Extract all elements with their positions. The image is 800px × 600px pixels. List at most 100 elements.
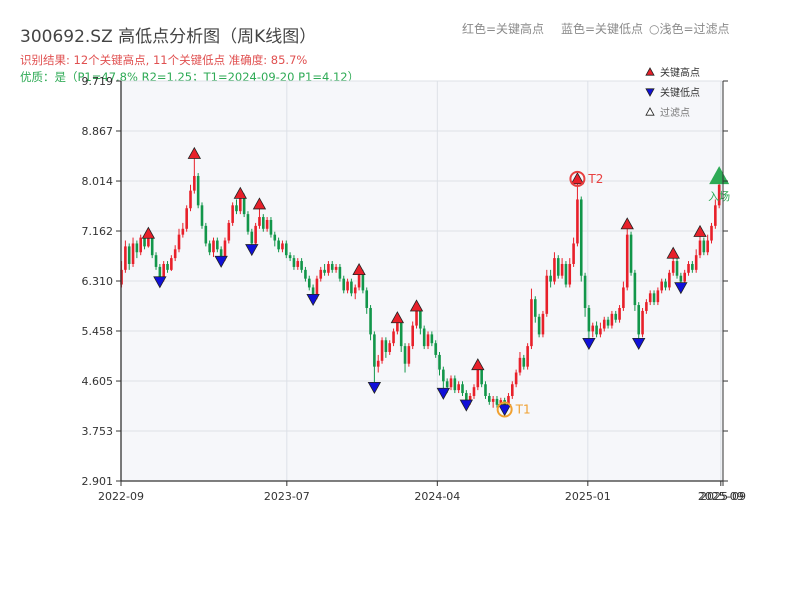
x-tick-label: 2025-01 <box>565 490 611 503</box>
candle-body <box>641 310 644 335</box>
candle-body <box>522 357 526 367</box>
candle-body <box>514 372 518 385</box>
candle-body <box>200 205 204 226</box>
candle-body <box>430 334 434 344</box>
candle-body <box>461 384 464 394</box>
candle-body <box>698 240 702 256</box>
candle <box>556 255 560 279</box>
candle-body <box>261 217 265 229</box>
candle-body <box>472 387 476 396</box>
candle-body <box>480 369 483 385</box>
y-tick-label: 3.753 <box>82 425 114 438</box>
candle-body <box>549 275 552 282</box>
candle-body <box>553 258 556 282</box>
candle <box>710 222 713 244</box>
candle-body <box>568 263 572 285</box>
candle-body <box>147 237 150 247</box>
candle <box>407 343 411 367</box>
candle <box>641 307 644 338</box>
candle-body <box>595 325 598 335</box>
candle-body <box>246 214 250 232</box>
candlestick-chart: T1 T2 入场 2.901 3.753 4.605 5.458 6.310 7.162 8.0… <box>82 66 746 503</box>
candle-body <box>610 313 614 326</box>
candle-body <box>353 287 357 294</box>
candle-body <box>614 313 618 320</box>
candle-body <box>307 278 311 288</box>
candle-body <box>258 217 261 226</box>
candle <box>269 217 273 238</box>
candle-body <box>212 240 215 253</box>
candle-body <box>710 225 713 241</box>
candle <box>675 258 679 279</box>
candle <box>411 321 414 350</box>
candle <box>537 313 541 338</box>
candle-body <box>196 175 200 206</box>
candle-body <box>135 243 139 253</box>
candle-body <box>288 255 292 259</box>
candle <box>231 202 234 226</box>
candle-body <box>495 398 499 405</box>
y-tick-label: 8.014 <box>82 175 114 188</box>
candle-body <box>668 272 671 288</box>
candle-body <box>407 346 411 364</box>
candle-body <box>664 281 667 288</box>
candle-body <box>369 307 372 335</box>
candle <box>380 337 384 364</box>
candle <box>633 269 637 311</box>
candle-body <box>671 261 675 273</box>
candle-body <box>625 234 629 288</box>
y-tick-label: 5.458 <box>82 325 114 338</box>
candle <box>227 219 231 244</box>
candle-body <box>250 231 254 244</box>
candle <box>246 211 250 235</box>
candle-body <box>633 272 637 306</box>
candle-body <box>235 205 238 212</box>
candle-body <box>422 328 426 347</box>
candle-body <box>304 269 307 279</box>
candle-body <box>223 240 227 259</box>
legend-entry: 关键高点 <box>660 66 700 79</box>
candle-body <box>292 258 296 267</box>
candle-body <box>491 398 495 402</box>
candle-body <box>587 307 591 332</box>
candle-body <box>533 299 537 317</box>
candle-body <box>208 243 211 253</box>
candle-body <box>166 263 169 270</box>
t2-label: T2 <box>587 172 603 186</box>
candle <box>564 261 568 288</box>
x-tick-label: 2024-04 <box>414 490 460 503</box>
candle-body <box>415 310 418 326</box>
candle-body <box>216 240 219 250</box>
candle-body <box>143 237 146 247</box>
candle-body <box>541 313 545 335</box>
candle-body <box>242 196 246 215</box>
x-tick-label: 2023-07 <box>264 490 310 503</box>
candle-body <box>154 255 158 267</box>
candle <box>196 173 200 209</box>
candle-body <box>572 243 575 264</box>
candle-body <box>296 261 300 267</box>
candle <box>200 202 204 229</box>
candle-body <box>388 343 392 352</box>
candle-body <box>300 261 303 270</box>
candle-body <box>193 175 196 191</box>
candle-body <box>204 225 208 244</box>
candle-body <box>706 240 709 253</box>
candle <box>139 234 143 256</box>
candle-body <box>488 395 491 402</box>
candle-body <box>170 258 173 270</box>
x-tick-label: 2025-09 <box>700 490 746 503</box>
candle-body <box>714 205 717 226</box>
entry-label: 入场 <box>708 189 730 203</box>
candle-body <box>277 240 280 250</box>
candle-body <box>687 263 690 273</box>
candle-body <box>457 384 460 391</box>
candle-body <box>645 302 648 311</box>
legend-entry: 过滤点 <box>660 106 690 119</box>
candle-body <box>124 246 127 270</box>
candle-body <box>127 246 131 264</box>
candle-body <box>281 243 284 250</box>
candle-body <box>365 290 369 308</box>
candle-body <box>484 384 487 396</box>
candle <box>422 325 426 350</box>
